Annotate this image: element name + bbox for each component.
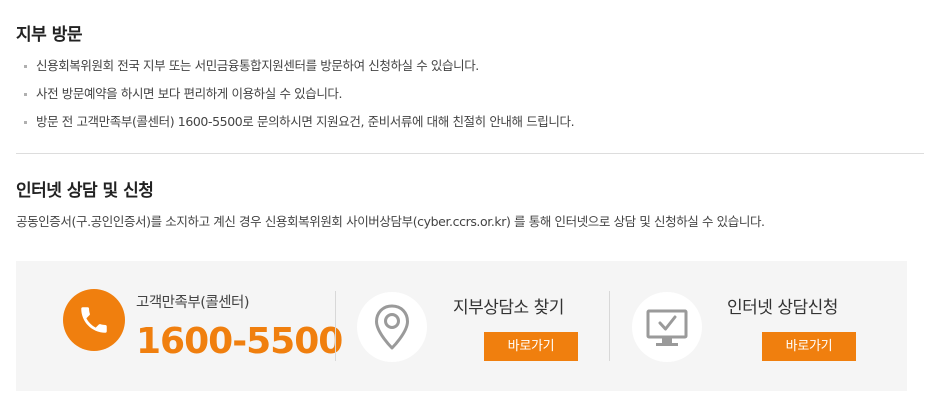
map-pin-icon — [357, 292, 427, 362]
bullet-icon — [24, 93, 27, 96]
list-item: 방문 전 고객만족부(콜센터) 1600-5500로 문의하시면 지원요건, 준… — [22, 112, 575, 140]
section-divider — [16, 153, 924, 154]
bullet-icon — [24, 121, 27, 124]
internet-section-title: 인터넷 상담 및 신청 — [16, 181, 154, 201]
call-center-label: 고객만족부(콜센터) — [136, 295, 250, 311]
phone-icon — [63, 289, 125, 351]
internet-apply-title: 인터넷 상담신청 — [727, 298, 838, 318]
branch-finder-title: 지부상담소 찾기 — [453, 298, 564, 318]
list-item-text: 방문 전 고객만족부(콜센터) 1600-5500로 문의하시면 지원요건, 준… — [36, 114, 575, 129]
visit-section-title: 지부 방문 — [16, 25, 82, 45]
column-divider — [335, 291, 336, 361]
internet-apply-button[interactable]: 바로가기 — [762, 332, 856, 361]
visit-info-list: 신용회복위원회 전국 지부 또는 서민금융통합지원센터를 방문하여 신청하실 수… — [22, 56, 575, 140]
branch-finder-button[interactable]: 바로가기 — [484, 332, 578, 361]
list-item-text: 신용회복위원회 전국 지부 또는 서민금융통합지원센터를 방문하여 신청하실 수… — [36, 58, 479, 73]
list-item: 신용회복위원회 전국 지부 또는 서민금융통합지원센터를 방문하여 신청하실 수… — [22, 56, 574, 84]
bullet-icon — [24, 65, 27, 68]
call-center-number: 1600-5500 — [136, 321, 343, 362]
list-item-text: 사전 방문예약을 하시면 보다 편리하게 이용하실 수 있습니다. — [36, 86, 343, 101]
contact-panel: 고객만족부(콜센터) 1600-5500 지부상담소 찾기 바로가기 인터넷 상… — [16, 261, 907, 391]
internet-description: 공동인증서(구.공인인증서)를 소지하고 계신 경우 신용회복위원회 사이버상담… — [16, 214, 765, 229]
column-divider — [609, 291, 610, 361]
list-item: 사전 방문예약을 하시면 보다 편리하게 이용하실 수 있습니다. — [22, 84, 574, 112]
monitor-check-icon — [632, 292, 702, 362]
